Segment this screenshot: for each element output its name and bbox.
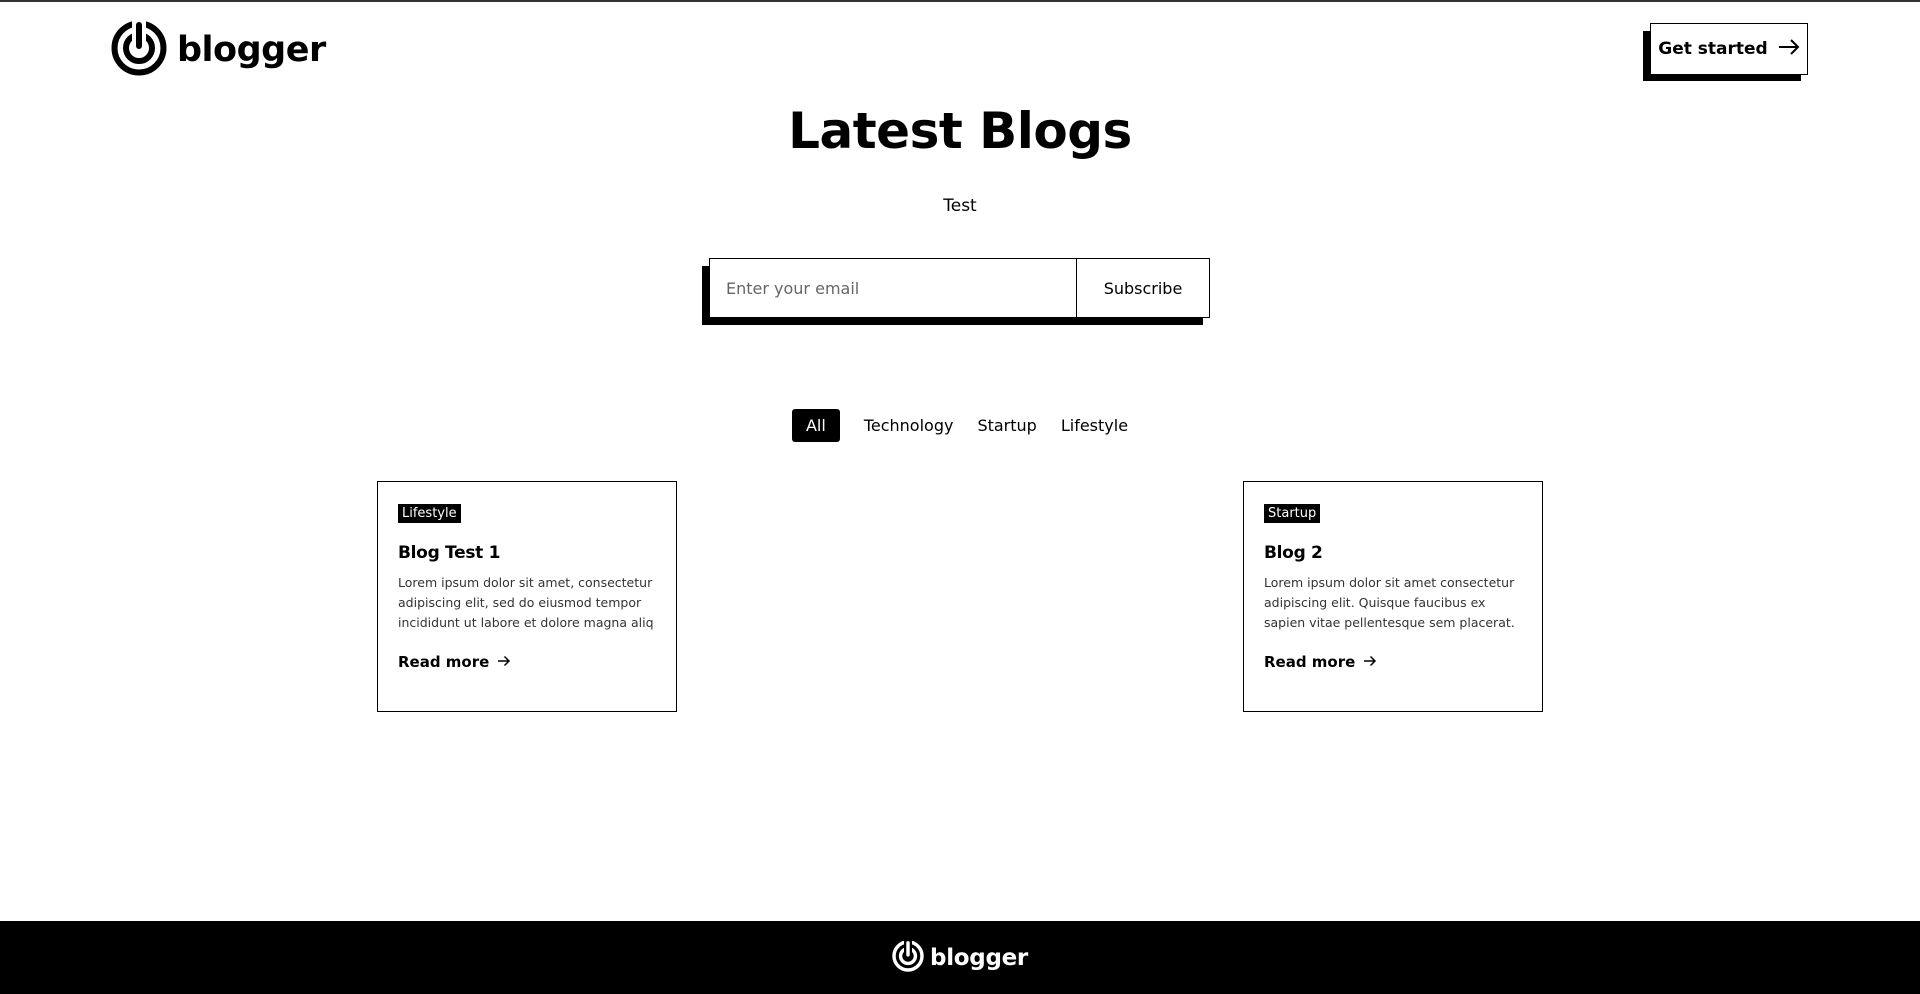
filter-lifestyle[interactable]: Lifestyle (1061, 409, 1128, 442)
top-border (0, 0, 1920, 2)
blog-card[interactable]: Startup Blog 2 Lorem ipsum dolor sit ame… (1243, 481, 1543, 712)
read-more-link[interactable]: Read more (398, 653, 656, 671)
get-started-button-wrap: Get started (1643, 23, 1808, 81)
blogger-logo-icon (111, 20, 167, 80)
filter-all[interactable]: All (791, 409, 840, 442)
category-filters: All Technology Startup Lifestyle (0, 409, 1920, 442)
category-tag: Lifestyle (398, 504, 461, 523)
subscribe-button[interactable]: Subscribe (1077, 259, 1209, 317)
footer: blogger (0, 921, 1920, 994)
blogger-logo-icon (892, 939, 924, 976)
footer-logo[interactable]: blogger (892, 939, 1028, 976)
filter-startup[interactable]: Startup (977, 409, 1036, 442)
subscribe-form: Subscribe (702, 258, 1210, 326)
page-subtitle: Test (943, 196, 977, 216)
read-more-label: Read more (398, 653, 490, 671)
blog-excerpt: Lorem ipsum dolor sit amet, consectetur … (398, 575, 654, 630)
subscribe-box: Subscribe (709, 258, 1210, 318)
read-more-link[interactable]: Read more (1264, 653, 1522, 671)
blog-title: Blog Test 1 (398, 543, 501, 563)
get-started-button[interactable]: Get started (1650, 23, 1808, 75)
read-more-label: Read more (1264, 653, 1356, 671)
blog-title: Blog 2 (1264, 543, 1323, 563)
blog-card[interactable]: Lifestyle Blog Test 1 Lorem ipsum dolor … (377, 481, 677, 712)
category-tag: Startup (1264, 504, 1321, 523)
arrow-right-icon (497, 653, 511, 671)
arrow-right-icon (1363, 653, 1377, 671)
brand-name: blogger (177, 29, 326, 70)
get-started-label: Get started (1658, 39, 1768, 59)
arrow-right-icon (1778, 38, 1800, 60)
email-input[interactable] (710, 259, 1077, 317)
header-logo[interactable]: blogger (111, 20, 326, 80)
footer-brand-name: blogger (930, 944, 1028, 971)
filter-technology[interactable]: Technology (864, 409, 954, 442)
page-title: Latest Blogs (788, 102, 1132, 160)
blog-excerpt: Lorem ipsum dolor sit amet consectetur a… (1264, 575, 1515, 630)
